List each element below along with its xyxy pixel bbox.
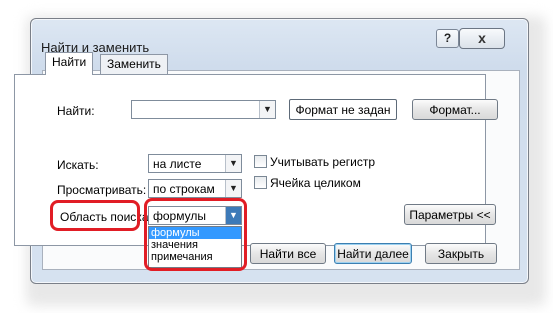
- highlight-look-in-label: [50, 200, 140, 231]
- within-label: Искать:: [57, 158, 99, 172]
- find-next-button[interactable]: Найти далее: [334, 243, 412, 264]
- find-label: Найти:: [57, 104, 95, 118]
- match-case-checkbox[interactable]: [254, 155, 267, 168]
- format-button[interactable]: Формат...: [412, 99, 498, 120]
- tab-replace[interactable]: Заменить: [100, 54, 168, 74]
- close-button[interactable]: Закрыть: [425, 243, 497, 264]
- find-what-combo[interactable]: ▼: [131, 100, 276, 119]
- tab-find[interactable]: Найти: [45, 52, 94, 75]
- within-combo[interactable]: на листе ▼: [148, 154, 242, 173]
- close-icon[interactable]: x: [459, 28, 505, 49]
- highlight-look-in-dropdown: [144, 198, 247, 271]
- search-order-value: по строкам: [153, 182, 215, 196]
- within-value: на листе: [153, 157, 202, 171]
- search-order-combo[interactable]: по строкам ▼: [148, 179, 242, 198]
- find-all-button[interactable]: Найти все: [250, 243, 326, 264]
- match-entire-label: Ячейка целиком: [270, 176, 361, 190]
- chevron-down-icon[interactable]: ▼: [225, 155, 241, 172]
- match-case-label: Учитывать регистр: [270, 155, 376, 169]
- match-entire-checkbox[interactable]: [254, 176, 267, 189]
- search-order-label: Просматривать:: [57, 183, 147, 197]
- options-toggle-button[interactable]: Параметры <<: [404, 204, 496, 225]
- help-button[interactable]: ?: [436, 29, 459, 48]
- format-preview: Формат не задан: [289, 99, 397, 120]
- chevron-down-icon[interactable]: ▼: [225, 180, 241, 197]
- tab-find-label: Найти: [52, 55, 87, 69]
- tab-replace-label: Заменить: [107, 57, 161, 71]
- chevron-down-icon[interactable]: ▼: [259, 101, 275, 118]
